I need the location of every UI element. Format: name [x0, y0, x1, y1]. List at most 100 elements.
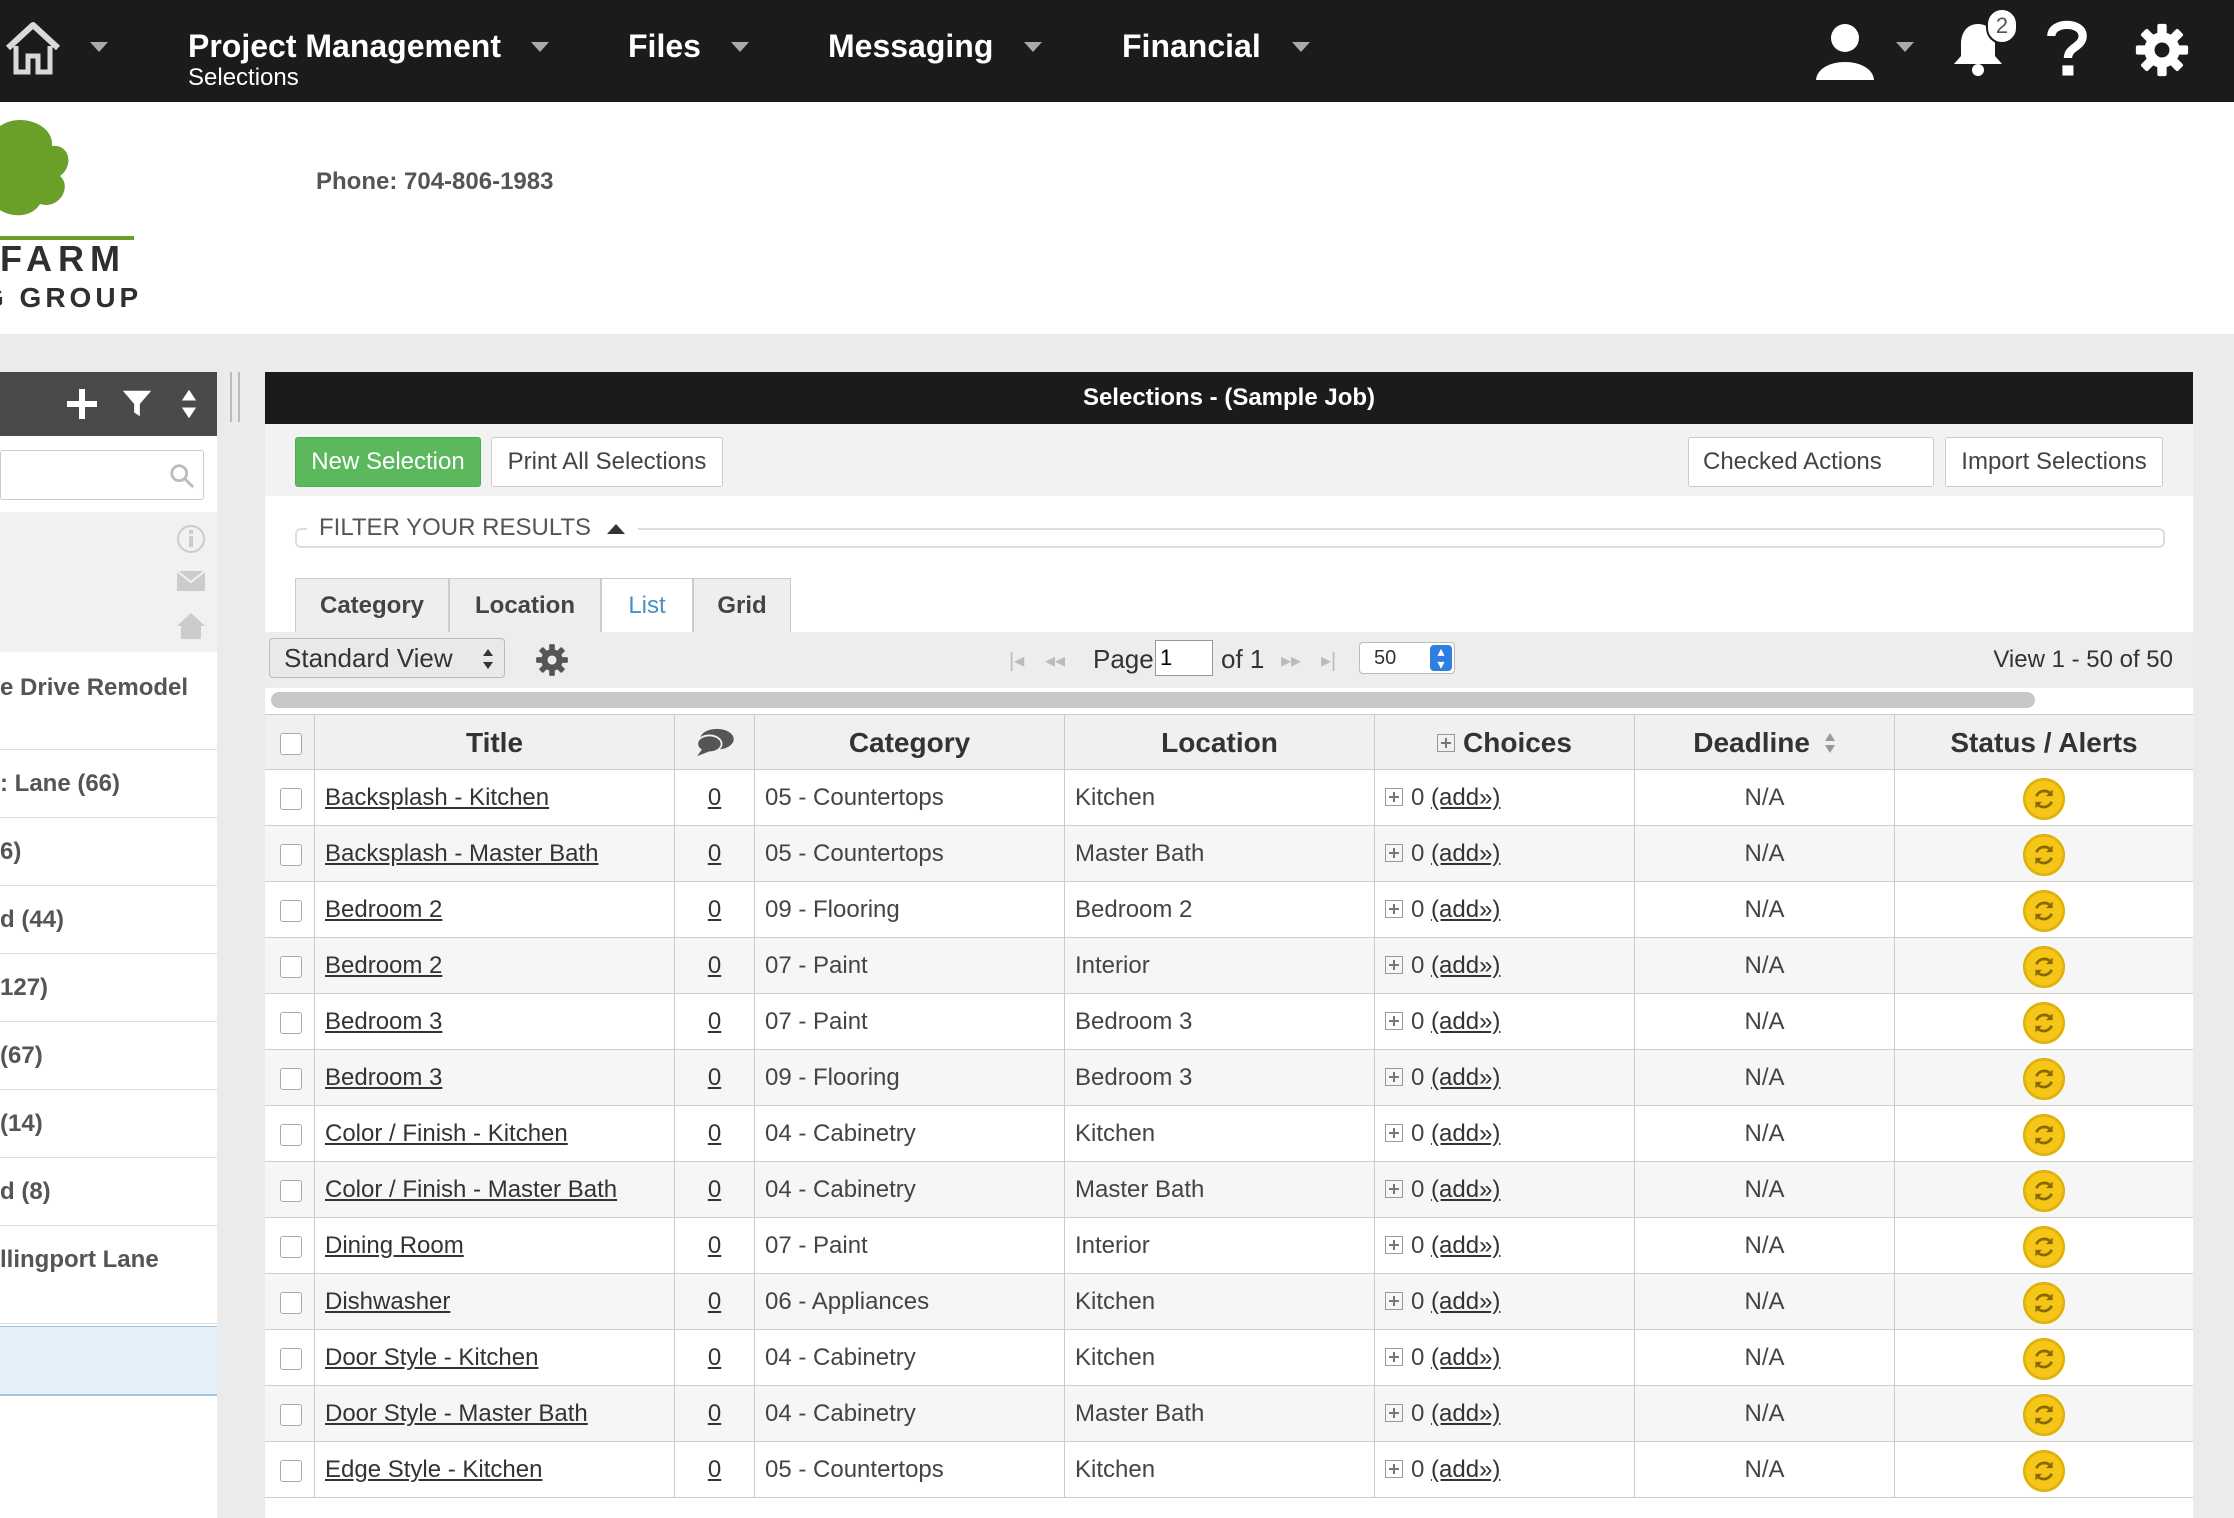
add-choice-link[interactable]: (add»)	[1431, 1232, 1500, 1259]
comments-count-link[interactable]: 0	[708, 1344, 721, 1371]
expand-plus-icon[interactable]	[1385, 1179, 1403, 1198]
table-row[interactable]: Color / Finish - Kitchen 0 04 - Cabinetry K…	[265, 1106, 2193, 1162]
expand-plus-icon[interactable]	[1385, 1067, 1403, 1086]
selection-title-link[interactable]: Color / Finish - Kitchen	[325, 1120, 568, 1147]
job-list-item[interactable]: : Lane (66)	[0, 750, 217, 818]
comments-count-link[interactable]: 0	[708, 1232, 721, 1259]
row-checkbox[interactable]	[280, 1348, 302, 1370]
selection-title-link[interactable]: Backsplash - Kitchen	[325, 784, 549, 811]
table-row[interactable]: Bedroom 2 0 07 - Paint Interior 0 (add») N/A	[265, 938, 2193, 994]
add-choice-link[interactable]: (add»)	[1431, 784, 1500, 811]
help-icon[interactable]	[2044, 16, 2090, 78]
add-choice-link[interactable]: (add»)	[1431, 840, 1500, 867]
expand-plus-icon[interactable]	[1385, 1347, 1403, 1366]
column-header-deadline[interactable]: Deadline	[1635, 715, 1895, 771]
job-list-item-selected[interactable]	[0, 1326, 217, 1396]
expand-plus-icon[interactable]	[1385, 1235, 1403, 1254]
job-list-item[interactable]: (14)	[0, 1090, 217, 1158]
info-icon[interactable]	[176, 524, 206, 554]
row-checkbox[interactable]	[280, 1404, 302, 1426]
table-row[interactable]: Dining Room 0 07 - Paint Interior 0 (add») N/…	[265, 1218, 2193, 1274]
expand-plus-icon[interactable]	[1385, 1123, 1403, 1142]
nav-messaging[interactable]: Messaging	[828, 0, 1048, 102]
row-checkbox[interactable]	[280, 1068, 302, 1090]
jobs-search-input[interactable]	[0, 450, 204, 500]
column-header-status-alerts[interactable]: Status / Alerts	[1895, 715, 2193, 771]
comments-count-link[interactable]: 0	[708, 784, 721, 811]
standard-view-select[interactable]: Standard View	[269, 638, 505, 678]
comments-count-link[interactable]: 0	[708, 1176, 721, 1203]
select-all-checkbox[interactable]	[280, 733, 302, 755]
selection-title-link[interactable]: Bedroom 3	[325, 1008, 442, 1035]
column-header-category[interactable]: Category	[755, 715, 1065, 771]
row-checkbox[interactable]	[280, 1124, 302, 1146]
tab-location[interactable]: Location	[449, 578, 601, 632]
notification-badge[interactable]: 2	[1986, 8, 2018, 44]
import-selections-button[interactable]: Import Selections	[1945, 437, 2163, 487]
job-list-item[interactable]: d (8)	[0, 1158, 217, 1226]
selection-title-link[interactable]: Bedroom 3	[325, 1064, 442, 1091]
row-checkbox[interactable]	[280, 1460, 302, 1482]
table-row[interactable]: Door Style - Master Bath 0 04 - Cabinetry M…	[265, 1386, 2193, 1442]
search-icon[interactable]	[169, 463, 195, 489]
expand-plus-icon[interactable]	[1385, 787, 1403, 806]
add-job-icon[interactable]	[64, 386, 100, 422]
pending-status-icon[interactable]	[2023, 1282, 2065, 1324]
comments-count-link[interactable]: 0	[708, 1456, 721, 1483]
pager-prev-icon[interactable]: ◂◂	[1045, 648, 1065, 673]
expand-plus-icon[interactable]	[1385, 1459, 1403, 1478]
column-header-comments[interactable]	[675, 715, 755, 771]
selection-title-link[interactable]: Backsplash - Master Bath	[325, 840, 598, 867]
selection-title-link[interactable]: Dishwasher	[325, 1288, 450, 1315]
comments-count-link[interactable]: 0	[708, 1064, 721, 1091]
job-list-item[interactable]: d (44)	[0, 886, 217, 954]
selection-title-link[interactable]: Edge Style - Kitchen	[325, 1456, 542, 1483]
pending-status-icon[interactable]	[2023, 1450, 2065, 1492]
add-choice-link[interactable]: (add»)	[1431, 1176, 1500, 1203]
gear-icon[interactable]	[535, 643, 569, 677]
table-row[interactable]: Bedroom 2 0 09 - Flooring Bedroom 20 (add»)…	[265, 882, 2193, 938]
table-row[interactable]: Backsplash - Kitchen 0 05 - Countertops Kit…	[265, 770, 2193, 826]
pager-next-icon[interactable]: ▸▸	[1281, 648, 1301, 673]
pending-status-icon[interactable]	[2023, 890, 2065, 932]
add-choice-link[interactable]: (add»)	[1431, 1456, 1500, 1483]
table-row[interactable]: Dishwasher 0 06 - Appliances Kitchen 0 (add»…	[265, 1274, 2193, 1330]
selection-title-link[interactable]: Dining Room	[325, 1232, 464, 1259]
add-choice-link[interactable]: (add»)	[1431, 1120, 1500, 1147]
pending-status-icon[interactable]	[2023, 778, 2065, 820]
nav-files[interactable]: Files	[628, 0, 758, 102]
expand-plus-icon[interactable]	[1385, 843, 1403, 862]
pending-status-icon[interactable]	[2023, 946, 2065, 988]
sort-icon[interactable]	[180, 388, 198, 420]
add-choice-link[interactable]: (add»)	[1431, 952, 1500, 979]
selection-title-link[interactable]: Bedroom 2	[325, 896, 442, 923]
add-choice-link[interactable]: (add»)	[1431, 1008, 1500, 1035]
add-choice-link[interactable]: (add»)	[1431, 1288, 1500, 1315]
column-header-location[interactable]: Location	[1065, 715, 1375, 771]
row-checkbox[interactable]	[280, 900, 302, 922]
filter-icon[interactable]	[120, 386, 154, 420]
comments-count-link[interactable]: 0	[708, 952, 721, 979]
table-row[interactable]: Bedroom 3 0 09 - Flooring Bedroom 30 (add»)…	[265, 1050, 2193, 1106]
expand-plus-icon[interactable]	[1385, 1403, 1403, 1422]
selection-title-link[interactable]: Door Style - Kitchen	[325, 1344, 538, 1371]
home-icon[interactable]	[176, 612, 206, 640]
table-row[interactable]: Edge Style - Kitchen 0 05 - Countertops Kit…	[265, 1442, 2193, 1498]
column-header-title[interactable]: Title	[315, 715, 675, 771]
nav-project-management[interactable]: Project Management Selections	[188, 0, 558, 102]
tab-list[interactable]: List	[601, 578, 693, 632]
mail-icon[interactable]	[176, 570, 206, 592]
comments-count-link[interactable]: 0	[708, 840, 721, 867]
job-list-item[interactable]: 127)	[0, 954, 217, 1022]
user-menu-chevron-down-icon[interactable]	[1896, 42, 1914, 52]
page-number-input[interactable]	[1155, 640, 1213, 676]
row-checkbox[interactable]	[280, 956, 302, 978]
gear-icon[interactable]	[2134, 22, 2190, 78]
page-size-select[interactable]: 50 ▴ ▾	[1359, 642, 1455, 674]
job-list-item[interactable]: llingport Lane	[0, 1226, 217, 1324]
job-list-item[interactable]: e Drive Remodel	[0, 654, 217, 750]
add-choice-link[interactable]: (add»)	[1431, 896, 1500, 923]
pending-status-icon[interactable]	[2023, 1114, 2065, 1156]
add-choice-link[interactable]: (add»)	[1431, 1400, 1500, 1427]
pending-status-icon[interactable]	[2023, 1170, 2065, 1212]
